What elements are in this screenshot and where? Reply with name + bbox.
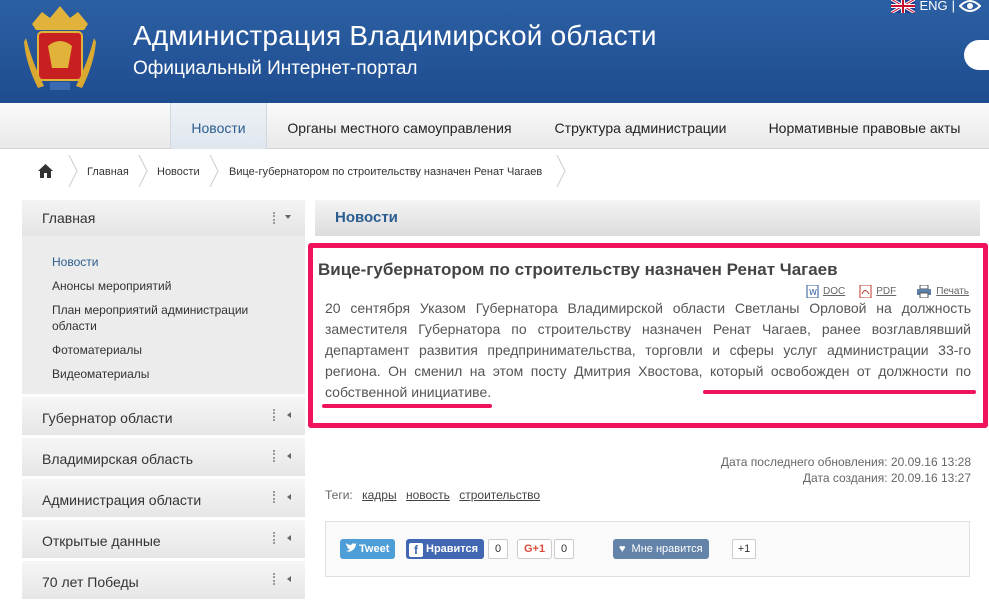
- site-subtitle: Официальный Интернет-портал: [133, 58, 418, 79]
- menu-dots-icon: [273, 450, 275, 462]
- section-title: Новости: [315, 200, 980, 236]
- pdf-icon: [859, 285, 872, 298]
- lang-separator: |: [951, 0, 955, 13]
- sidebar-section-label: Губернатор области: [42, 410, 173, 426]
- social-share-bar: Tweet f Нравится 0 G+1 0 ♥ Мне нравится +1: [325, 521, 970, 577]
- sidebar-item-photos[interactable]: Фотоматериалы: [52, 338, 272, 362]
- sidebar-section-region[interactable]: Владимирская область: [22, 438, 305, 476]
- print-link[interactable]: Печать: [916, 285, 969, 298]
- menu-dots-icon: [273, 409, 275, 421]
- heart-icon: ♥: [619, 543, 626, 555]
- created-date: Дата создания: 20.09.16 13:27: [802, 471, 971, 485]
- printer-icon: [917, 285, 932, 298]
- lang-label[interactable]: ENG: [919, 0, 947, 13]
- facebook-icon: f: [409, 543, 423, 557]
- menu-dots-icon: [273, 491, 275, 503]
- caret-left-icon[interactable]: [287, 494, 291, 500]
- breadcrumb-home[interactable]: Главная: [87, 166, 129, 178]
- doc-label[interactable]: DOC: [823, 286, 845, 297]
- vk-like-button[interactable]: ♥ Мне нравится: [613, 539, 709, 559]
- tag-link[interactable]: строительство: [459, 488, 540, 502]
- home-icon[interactable]: [38, 164, 53, 178]
- sidebar-section-label: 70 лет Победы: [42, 574, 139, 590]
- breadcrumb-separator-icon: [138, 155, 148, 187]
- accessibility-eye-icon[interactable]: [959, 0, 981, 13]
- sidebar: Главная Новости Анонсы мероприятий План …: [22, 200, 305, 599]
- highlight-underline: [322, 404, 492, 408]
- menu-dots-icon: [273, 212, 275, 224]
- nav-administration-structure[interactable]: Структура администрации: [532, 103, 749, 149]
- caret-left-icon[interactable]: [287, 535, 291, 541]
- sidebar-section-victory-70[interactable]: 70 лет Победы: [22, 561, 305, 599]
- language-switch[interactable]: ENG |: [891, 0, 981, 13]
- breadcrumb-separator-icon: [68, 155, 78, 187]
- sidebar-section-governor[interactable]: Губернатор области: [22, 397, 305, 435]
- pdf-link[interactable]: PDF: [859, 285, 896, 298]
- tag-link[interactable]: кадры: [362, 488, 397, 502]
- breadcrumb: Главная Новости Вице-губернатором по стр…: [0, 149, 989, 194]
- sidebar-item-videos[interactable]: Видеоматериалы: [52, 362, 272, 386]
- sidebar-section-label: Владимирская область: [42, 451, 194, 467]
- vk-count: +1: [732, 539, 756, 559]
- sidebar-head-label: Главная: [42, 210, 96, 226]
- news-body: 20 сентября Указом Губернатора Владимирс…: [325, 300, 971, 400]
- search-toggle[interactable]: [964, 40, 989, 70]
- pdf-label[interactable]: PDF: [876, 286, 896, 297]
- sidebar-section-open-data[interactable]: Открытые данные: [22, 520, 305, 558]
- sidebar-sub-list: Новости Анонсы мероприятий План мероприя…: [22, 236, 305, 394]
- news-title: Вице-губернатором по строительству назна…: [318, 260, 838, 279]
- word-doc-icon: W: [806, 285, 819, 298]
- sidebar-section-administration[interactable]: Администрация области: [22, 479, 305, 517]
- breadcrumb-separator-icon: [209, 155, 219, 187]
- facebook-count: 0: [488, 539, 508, 559]
- last-updated-date: Дата последнего обновления: 20.09.16 13:…: [720, 455, 971, 469]
- breadcrumb-news[interactable]: Новости: [157, 166, 200, 178]
- nav-local-government[interactable]: Органы местного самоуправления: [267, 103, 532, 149]
- sidebar-section-label: Открытые данные: [42, 533, 161, 549]
- menu-dots-icon: [273, 532, 275, 544]
- print-label[interactable]: Печать: [936, 286, 969, 297]
- coat-of-arms-icon[interactable]: [24, 2, 96, 94]
- vk-label: Мне нравится: [631, 543, 703, 555]
- fb-label: Нравится: [426, 543, 479, 555]
- sidebar-item-events-plan[interactable]: План мероприятий администрации области: [52, 298, 272, 338]
- site-header: Администрация Владимирской области Офици…: [0, 0, 989, 103]
- tweet-button[interactable]: Tweet: [340, 539, 396, 559]
- nav-news[interactable]: Новости: [170, 103, 267, 149]
- tweet-label: Tweet: [359, 543, 390, 555]
- caret-left-icon[interactable]: [287, 412, 291, 418]
- caret-left-icon[interactable]: [287, 576, 291, 582]
- sidebar-section-label: Администрация области: [42, 492, 202, 508]
- twitter-bird-icon: [346, 543, 357, 552]
- caret-left-icon[interactable]: [287, 453, 291, 459]
- sidebar-item-news[interactable]: Новости: [52, 250, 272, 274]
- google-plus-count: 0: [554, 539, 574, 559]
- sidebar-item-announcements[interactable]: Анонсы мероприятий: [52, 274, 272, 298]
- breadcrumb-current: Вице-губернатором по строительству назна…: [229, 166, 543, 178]
- tags-label: Теги:: [325, 488, 353, 502]
- site-title: Администрация Владимирской области: [133, 20, 657, 51]
- doc-link[interactable]: W DOC: [806, 285, 845, 298]
- caret-down-icon[interactable]: [285, 215, 291, 219]
- sidebar-head-main[interactable]: Главная: [22, 200, 305, 236]
- highlight-underline: [703, 390, 976, 394]
- menu-dots-icon: [273, 573, 275, 585]
- uk-flag-icon: [891, 0, 916, 13]
- main-nav: Новости Органы местного самоуправления С…: [0, 103, 989, 149]
- svg-text:W: W: [809, 288, 817, 297]
- facebook-like-button[interactable]: f Нравится: [406, 539, 485, 559]
- google-plus-button[interactable]: G+1: [517, 539, 553, 559]
- nav-legal-acts[interactable]: Нормативные правовые акты: [749, 103, 980, 149]
- tag-link[interactable]: новость: [406, 488, 450, 502]
- document-export-links: W DOC PDF Печать: [806, 285, 969, 298]
- tags-row: Теги: кадры новость строительство: [325, 488, 540, 502]
- breadcrumb-separator-icon: [556, 155, 566, 187]
